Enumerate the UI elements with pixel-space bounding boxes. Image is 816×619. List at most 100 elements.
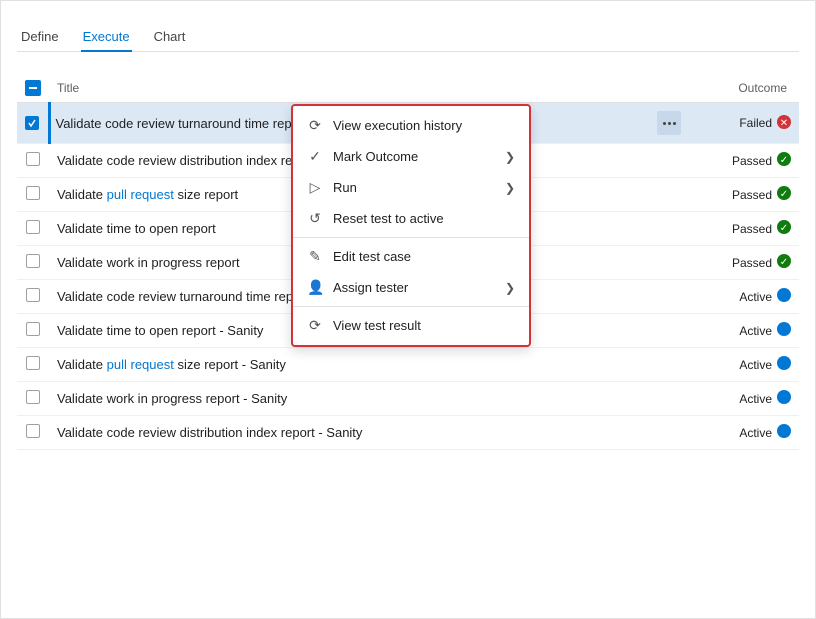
outcome-badge: Active [739, 356, 791, 373]
result-icon: ⟳ [307, 317, 323, 334]
row-checkbox[interactable] [26, 424, 40, 438]
outcome-label: Passed [732, 222, 772, 236]
outcome-badge: Active [739, 424, 791, 441]
menu-item-assign[interactable]: 👤 Assign tester ❯ [293, 272, 529, 303]
menu-label-mark-outcome: Mark Outcome [333, 149, 495, 164]
row-outcome-cell: Active [689, 314, 799, 348]
outcome-label: Active [739, 392, 772, 406]
row-checkbox[interactable] [26, 288, 40, 302]
outcome-icon: ✓ [777, 186, 791, 203]
row-actions-cell [649, 246, 689, 280]
dot [673, 122, 676, 125]
dot [668, 122, 671, 125]
svg-text:✓: ✓ [780, 223, 788, 234]
run-arrow: ❯ [505, 181, 515, 195]
outcome-icon [777, 424, 791, 441]
row-checkbox[interactable] [26, 356, 40, 370]
tab-define[interactable]: Define [19, 23, 61, 52]
outcome-badge: Active [739, 390, 791, 407]
menu-item-view-history[interactable]: ⟳ View execution history [293, 110, 529, 141]
row-checkbox[interactable] [25, 116, 39, 130]
tabs: Define Execute Chart [17, 23, 799, 52]
row-outcome-cell: Failed ✕ [689, 103, 799, 144]
outcome-badge: Passed ✓ [732, 220, 791, 237]
row-outcome-cell: Passed ✓ [689, 212, 799, 246]
row-outcome-cell: Active [689, 280, 799, 314]
row-checkbox[interactable] [26, 390, 40, 404]
menu-item-reset[interactable]: ↺ Reset test to active [293, 203, 529, 234]
menu-label-view-result: View test result [333, 318, 515, 333]
menu-label-reset: Reset test to active [333, 211, 515, 226]
history-icon: ⟳ [307, 117, 323, 134]
row-outcome-cell: Active [689, 382, 799, 416]
menu-label-assign: Assign tester [333, 280, 495, 295]
outcome-label: Passed [732, 154, 772, 168]
menu-item-edit[interactable]: ✎ Edit test case [293, 241, 529, 272]
check-icon: ✓ [307, 148, 323, 165]
row-outcome-cell: Passed ✓ [689, 246, 799, 280]
row-title: Validate pull request size report - Sani… [49, 348, 649, 382]
dot [663, 122, 666, 125]
menu-divider-2 [293, 306, 529, 307]
select-all-checkbox[interactable] [25, 80, 41, 96]
tab-chart[interactable]: Chart [152, 23, 188, 52]
title-link[interactable]: pull request [107, 357, 174, 372]
outcome-icon: ✕ [777, 115, 791, 132]
menu-item-view-result[interactable]: ⟳ View test result [293, 310, 529, 341]
row-checkbox[interactable] [26, 186, 40, 200]
row-actions-cell [649, 103, 689, 144]
outcome-badge: Passed ✓ [732, 186, 791, 203]
row-actions-cell [649, 212, 689, 246]
row-actions-cell [649, 314, 689, 348]
outcome-label: Passed [732, 188, 772, 202]
svg-text:✕: ✕ [780, 118, 788, 129]
outcome-badge: Passed ✓ [732, 152, 791, 169]
row-actions-cell [649, 348, 689, 382]
outcome-badge: Passed ✓ [732, 254, 791, 271]
tab-execute[interactable]: Execute [81, 23, 132, 52]
outcome-icon: ✓ [777, 152, 791, 169]
outcome-icon [777, 356, 791, 373]
table-container: Title Outcome Validate code review turna… [1, 74, 815, 450]
row-actions-cell [649, 280, 689, 314]
header-checkbox-col [17, 74, 49, 103]
row-checkbox[interactable] [26, 152, 40, 166]
page-header: Define Execute Chart [1, 1, 815, 52]
menu-item-run[interactable]: ▷ Run ❯ [293, 172, 529, 203]
title-col-label: Title [57, 81, 79, 95]
row-title: Validate work in progress report - Sanit… [49, 382, 649, 416]
row-checkbox-cell [17, 314, 49, 348]
header-actions [649, 74, 689, 103]
row-checkbox-cell [17, 144, 49, 178]
row-checkbox[interactable] [26, 254, 40, 268]
outcome-icon: ✓ [777, 254, 791, 271]
menu-item-mark-outcome[interactable]: ✓ Mark Outcome ❯ [293, 141, 529, 172]
outcome-label: Active [739, 358, 772, 372]
outcome-label: Passed [732, 256, 772, 270]
assign-arrow: ❯ [505, 281, 515, 295]
context-menu: ⟳ View execution history ✓ Mark Outcome … [291, 104, 531, 347]
row-checkbox-cell [17, 280, 49, 314]
row-checkbox-cell [17, 212, 49, 246]
row-outcome-cell: Passed ✓ [689, 178, 799, 212]
mark-outcome-arrow: ❯ [505, 150, 515, 164]
svg-text:✓: ✓ [780, 189, 788, 200]
title-link[interactable]: pull request [107, 187, 174, 202]
row-checkbox-cell [17, 246, 49, 280]
menu-label-edit: Edit test case [333, 249, 515, 264]
outcome-icon [777, 288, 791, 305]
outcome-label: Active [739, 426, 772, 440]
outcome-label: Active [739, 290, 772, 304]
row-outcome-cell: Active [689, 348, 799, 382]
row-checkbox[interactable] [26, 322, 40, 336]
row-outcome-cell: Active [689, 416, 799, 450]
row-checkbox[interactable] [26, 220, 40, 234]
row-actions-cell [649, 416, 689, 450]
outcome-label: Active [739, 324, 772, 338]
row-checkbox-cell [17, 416, 49, 450]
row-actions-cell [649, 144, 689, 178]
row-more-button[interactable] [657, 111, 681, 135]
reset-icon: ↺ [307, 210, 323, 227]
row-title: Validate code review distribution index … [49, 416, 649, 450]
play-icon: ▷ [307, 179, 323, 196]
